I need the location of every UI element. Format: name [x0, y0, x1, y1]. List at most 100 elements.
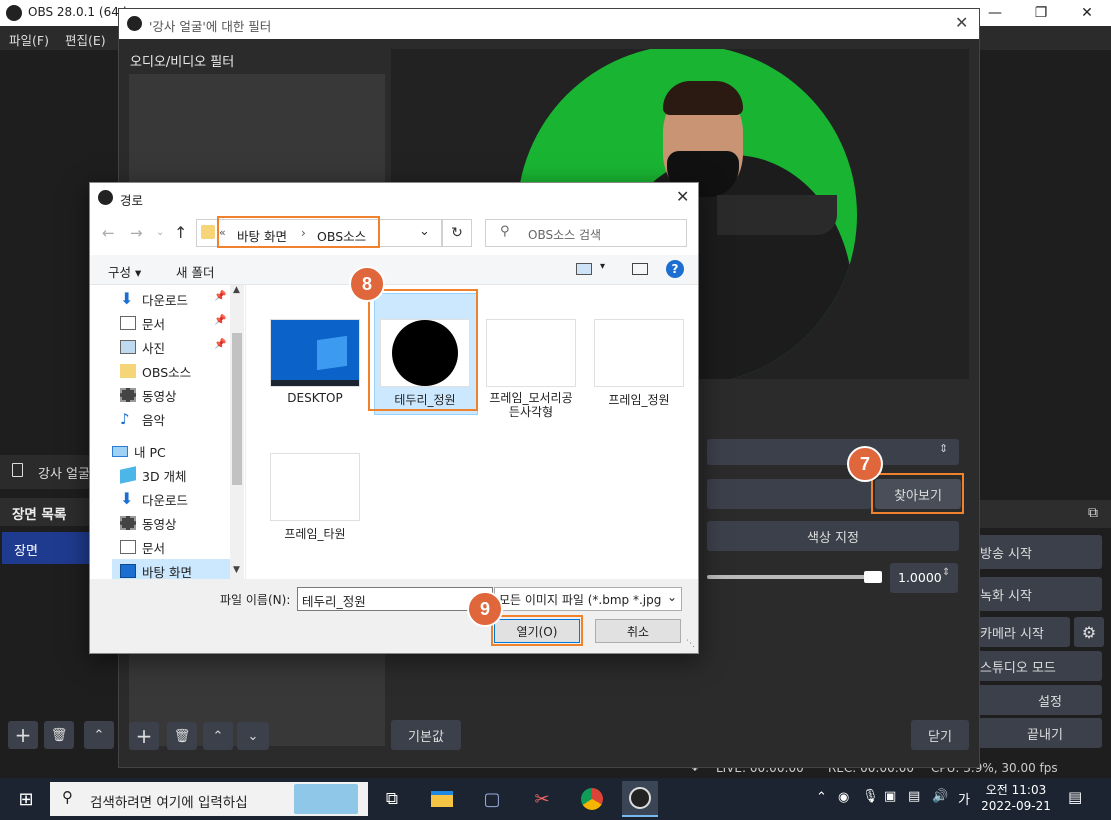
image-path-select[interactable]: ⇕ [707, 439, 959, 465]
obs-logo-icon [6, 5, 22, 21]
close-icon[interactable]: ✕ [676, 187, 689, 206]
chevron-down-icon[interactable]: ⌄ [419, 224, 430, 239]
ime-indicator[interactable]: 가 [958, 789, 970, 808]
tree-scroll-thumb[interactable] [232, 333, 242, 485]
notification-icon[interactable]: ▤ [1068, 788, 1082, 806]
cancel-button[interactable]: 취소 [595, 619, 681, 643]
tree-item-documents[interactable]: 문서 📌 [120, 311, 230, 335]
volume-icon[interactable]: 🔊 [932, 789, 948, 804]
snipping-tool-icon[interactable]: ✂ [524, 784, 560, 814]
tree-item-3d-objects[interactable]: 3D 개체 [120, 463, 230, 487]
tree-item-label: 다운로드 [142, 292, 189, 308]
navigation-pane[interactable]: ⬇ 다운로드 📌 문서 📌 사진 📌 OBS소스 동영상 ♪ 음악 내 PC 3D 개체 … [90, 285, 245, 579]
tree-item-documents-pc[interactable]: 문서 [120, 535, 230, 559]
scroll-up-icon[interactable]: ▲ [233, 285, 240, 295]
microphone-icon[interactable]: 🎙 [862, 789, 879, 804]
exit-button[interactable]: 끝내기 [978, 718, 1102, 748]
gear-icon[interactable]: ⚙ [1074, 617, 1104, 647]
file-thumb-desktop[interactable] [270, 319, 360, 387]
chrome-logo [581, 788, 603, 810]
menu-file[interactable]: 파일(F) [9, 30, 49, 49]
organize-menu[interactable]: 구성 ▾ [108, 262, 141, 281]
task-view-icon[interactable]: ⧉ [374, 784, 410, 814]
close-icon[interactable]: ✕ [1064, 0, 1110, 26]
tree-scrollbar[interactable]: ▲ ▼ [230, 285, 244, 579]
tree-item-desktop[interactable]: 바탕 화면 [112, 559, 230, 579]
color-select-button[interactable]: 색상 지정 [707, 521, 959, 551]
view-icon[interactable] [576, 263, 592, 275]
help-icon[interactable]: ? [666, 260, 684, 278]
tree-item-videos-pc[interactable]: 동영상 [120, 511, 230, 535]
up-arrow-icon[interactable]: ↑ [174, 223, 187, 242]
menu-edit[interactable]: 편집(E) [65, 30, 106, 49]
thumb-taskbar [271, 380, 359, 386]
add-filter-button[interactable]: + [129, 722, 159, 750]
obs-taskbar-icon[interactable] [622, 781, 658, 817]
defaults-button[interactable]: 기본값 [391, 720, 461, 750]
step-badge-7: 7 [847, 446, 883, 482]
highlight-breadcrumb [217, 216, 380, 248]
chrome-icon[interactable] [574, 784, 610, 814]
start-recording-button[interactable]: 녹화 시작 [978, 577, 1102, 611]
trash-icon[interactable]: 🗑 [167, 722, 197, 750]
spinner-icon[interactable]: ⇕ [942, 567, 950, 578]
file-thumb-ellipse-frame[interactable] [270, 453, 360, 521]
studio-mode-button[interactable]: 스튜디오 모드 [978, 651, 1102, 681]
tray-chevron-icon[interactable]: ⌃ [816, 790, 827, 805]
opacity-slider-handle[interactable] [864, 571, 882, 583]
filename-input[interactable]: 테두리_정원 [297, 587, 493, 611]
app-icon[interactable]: ▢ [474, 784, 510, 814]
tree-item-label: 사진 [142, 340, 166, 356]
tree-item-this-pc[interactable]: 내 PC [112, 439, 230, 463]
file-thumb-circle-frame[interactable] [594, 319, 684, 387]
chevron-down-icon[interactable]: ⌄ [237, 722, 269, 750]
resize-grip-icon[interactable]: ⋱ [686, 639, 695, 649]
tree-item-pictures[interactable]: 사진 📌 [120, 335, 230, 359]
search-box[interactable]: ⚲ OBS소스 검색 [485, 219, 687, 247]
refresh-icon[interactable]: ↻ [442, 219, 472, 247]
tree-item-obs-sources[interactable]: OBS소스 [120, 359, 230, 383]
video-icon [120, 516, 136, 530]
restore-icon[interactable]: ❐ [1018, 0, 1064, 26]
taskbar-search-placeholder: 검색하려면 여기에 입력하십 [90, 795, 248, 811]
back-arrow-icon[interactable]: ← [102, 224, 115, 242]
music-icon: ♪ [120, 410, 130, 428]
recent-dropdown-icon[interactable]: ⌄ [156, 227, 164, 238]
obs-title: OBS 28.0.1 (64-b [28, 5, 131, 19]
network-icon[interactable]: ▤ [908, 789, 920, 804]
chevron-up-icon[interactable]: ⌃ [84, 721, 114, 749]
preview-pane-icon[interactable] [632, 263, 648, 275]
start-streaming-button[interactable]: 방송 시작 [978, 535, 1102, 569]
image-path-input[interactable] [707, 479, 871, 509]
file-thumb-rounded-frame[interactable] [486, 319, 576, 387]
source-label[interactable]: 강사 얼굴 [38, 463, 90, 482]
tray-app-icon[interactable]: ◉ [838, 790, 849, 805]
forward-arrow-icon[interactable]: → [130, 224, 143, 242]
opacity-spinbox[interactable]: 1.0000 ⇕ [890, 563, 958, 593]
file-dialog-footer: 파일 이름(N): 테두리_정원 모든 이미지 파일 (*.bmp *.jpg … [90, 579, 698, 653]
trash-icon[interactable]: 🗑 [44, 721, 74, 749]
file-explorer-icon[interactable] [424, 784, 460, 814]
add-scene-button[interactable]: + [8, 721, 38, 749]
opacity-slider-track[interactable] [707, 575, 882, 579]
search-highlight-image [294, 784, 358, 814]
virtual-camera-button[interactable]: 카메라 시작 [978, 617, 1070, 647]
chevron-up-icon[interactable]: ⌃ [203, 722, 233, 750]
tree-item-downloads-pc[interactable]: ⬇ 다운로드 [120, 487, 230, 511]
new-folder-button[interactable]: 새 폴더 [176, 262, 214, 281]
windows-start-icon[interactable]: ⊞ [8, 784, 44, 814]
settings-button[interactable]: 설정 [978, 685, 1102, 715]
close-filter-button[interactable]: 닫기 [911, 720, 969, 750]
taskbar-search[interactable]: ⚲ 검색하려면 여기에 입력하십 [50, 782, 368, 816]
tree-item-downloads[interactable]: ⬇ 다운로드 📌 [120, 287, 230, 311]
scroll-down-icon[interactable]: ▼ [233, 565, 240, 575]
file-type-select[interactable]: 모든 이미지 파일 (*.bmp *.jpg ⌄ [494, 587, 682, 611]
dock-undock-icon[interactable]: ⧉ [1088, 505, 1098, 521]
tree-item-music[interactable]: ♪ 음악 [120, 407, 230, 431]
file-label: 프레임_타원 [284, 527, 346, 541]
tray-tool-icon[interactable]: ▣ [884, 789, 896, 804]
close-icon[interactable]: ✕ [955, 13, 968, 32]
view-dropdown-icon[interactable]: ▾ [600, 261, 605, 272]
tree-item-videos[interactable]: 동영상 [120, 383, 230, 407]
clock[interactable]: 오전 11:03 2022-09-21 [980, 782, 1052, 816]
